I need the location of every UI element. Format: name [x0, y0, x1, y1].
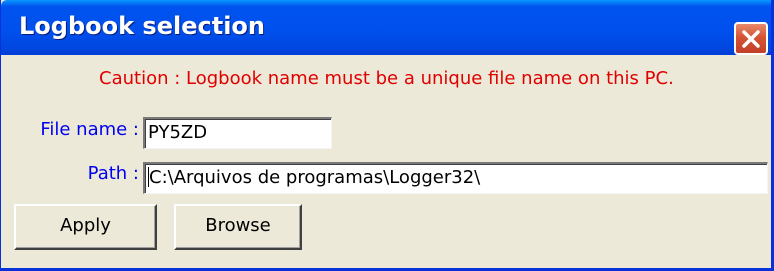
logbook-selection-dialog: Logbook selection Caution : Logbook name… [0, 0, 774, 271]
browse-button[interactable]: Browse [174, 204, 302, 250]
caution-message: Caution : Logbook name must be a unique … [99, 68, 674, 89]
close-icon [742, 30, 760, 48]
path-label: Path : [87, 163, 139, 184]
close-button[interactable] [734, 22, 768, 55]
window-title: Logbook selection [19, 12, 265, 40]
file-name-field[interactable]: PY5ZD [143, 117, 332, 149]
path-value: C:\Arquivos de programas\Logger32\ [149, 167, 481, 188]
file-name-label: File name : [40, 119, 139, 140]
file-name-value: PY5ZD [148, 122, 208, 143]
path-field[interactable]: C:\Arquivos de programas\Logger32\ [143, 162, 768, 194]
title-bar[interactable]: Logbook selection [1, 0, 771, 55]
apply-button[interactable]: Apply [14, 204, 157, 250]
dialog-body: Caution : Logbook name must be a unique … [1, 55, 771, 268]
